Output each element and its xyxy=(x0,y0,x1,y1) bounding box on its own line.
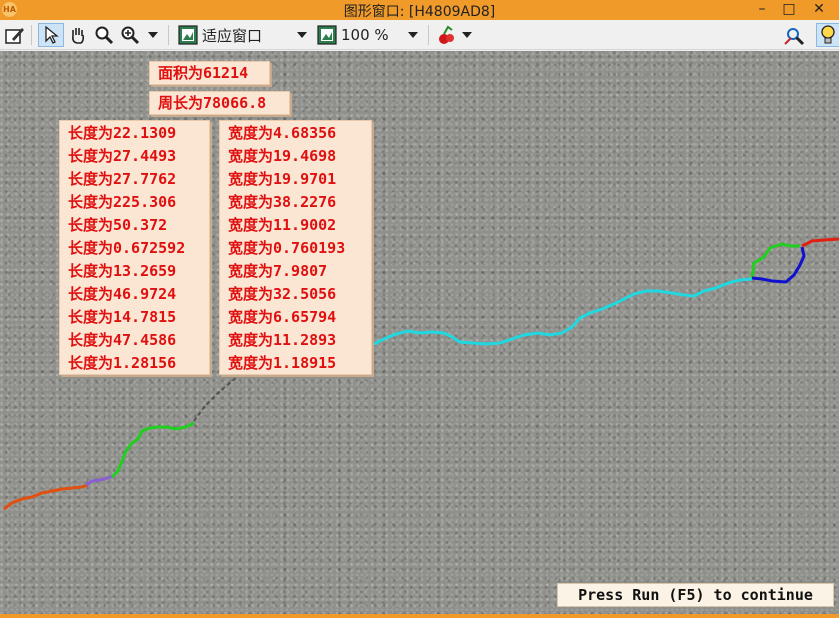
width-item: 宽度为19.9701 xyxy=(228,170,337,188)
length-list: 长度为22.1309 长度为27.4493 长度为27.7762 长度为225.… xyxy=(59,120,210,375)
zoom-dropdown-chevron-down-icon[interactable] xyxy=(144,23,162,47)
magnifier-icon[interactable] xyxy=(92,23,116,47)
window-bottom-border xyxy=(0,614,839,618)
lightbulb-icon[interactable] xyxy=(816,23,839,47)
minimize-button[interactable]: – xyxy=(749,0,775,20)
edit-icon[interactable] xyxy=(3,23,27,47)
zoom-in-icon[interactable] xyxy=(118,23,142,47)
hand-pan-icon[interactable] xyxy=(66,23,90,47)
maximize-button[interactable]: □ xyxy=(776,0,802,20)
width-item: 宽度为7.9807 xyxy=(228,262,328,280)
zoom-image-icon[interactable] xyxy=(315,23,339,47)
toolbar: 适应窗口 100 % xyxy=(0,20,839,50)
length-item: 长度为22.1309 xyxy=(68,124,177,142)
zoom-level-dropdown[interactable]: 100 % xyxy=(341,23,389,47)
length-item: 长度为27.7762 xyxy=(68,170,177,188)
length-item: 长度为1.28156 xyxy=(68,354,177,372)
width-item: 宽度为11.9002 xyxy=(228,216,337,234)
toolbar-separator xyxy=(428,25,429,45)
length-item: 长度为46.9724 xyxy=(68,285,177,303)
width-item: 宽度为19.4698 xyxy=(228,147,337,165)
color-chevron-down-icon[interactable] xyxy=(459,23,475,47)
length-item: 长度为14.7815 xyxy=(68,308,177,326)
locate-icon[interactable] xyxy=(782,23,806,47)
length-item: 长度为0.672592 xyxy=(68,239,186,257)
color-picker-icon[interactable] xyxy=(434,23,458,47)
length-item: 长度为13.2659 xyxy=(68,262,177,280)
width-item: 宽度为11.2893 xyxy=(228,331,337,349)
toolbar-separator xyxy=(168,25,169,45)
width-item: 宽度为1.18915 xyxy=(228,354,337,372)
length-item: 长度为27.4493 xyxy=(68,147,177,165)
width-list: 宽度为4.68356 宽度为19.4698 宽度为19.9701 宽度为38.2… xyxy=(219,120,372,375)
length-item: 长度为225.306 xyxy=(68,193,177,211)
perimeter-message: 周长为78066.8 xyxy=(149,91,290,115)
fit-window-dropdown[interactable]: 适应窗口 xyxy=(202,23,262,47)
fit-window-chevron-down-icon[interactable] xyxy=(293,23,311,47)
area-text: 面积为61214 xyxy=(158,64,249,82)
perimeter-text: 周长为78066.8 xyxy=(158,94,267,112)
width-item: 宽度为4.68356 xyxy=(228,124,337,142)
fit-window-icon[interactable] xyxy=(176,23,200,47)
zoom-level-label: 100 % xyxy=(341,26,389,44)
length-item: 长度为47.4586 xyxy=(68,331,177,349)
width-item: 宽度为6.65794 xyxy=(228,308,337,326)
toolbar-separator xyxy=(31,25,32,45)
width-item: 宽度为38.2276 xyxy=(228,193,337,211)
fit-window-label: 适应窗口 xyxy=(202,26,263,45)
zoom-level-chevron-down-icon[interactable] xyxy=(404,23,422,47)
title-bar: HA 图形窗口: [H4809AD8] – □ ✕ xyxy=(0,0,839,20)
area-message: 面积为61214 xyxy=(149,61,270,85)
width-item: 宽度为0.760193 xyxy=(228,239,346,257)
length-item: 长度为50.372 xyxy=(68,216,168,234)
continue-message: Press Run (F5) to continue xyxy=(557,583,834,607)
window-title: 图形窗口: [H4809AD8] xyxy=(343,4,496,20)
width-item: 宽度为32.5056 xyxy=(228,285,337,303)
close-button[interactable]: ✕ xyxy=(806,0,832,20)
pointer-icon[interactable] xyxy=(38,23,64,47)
